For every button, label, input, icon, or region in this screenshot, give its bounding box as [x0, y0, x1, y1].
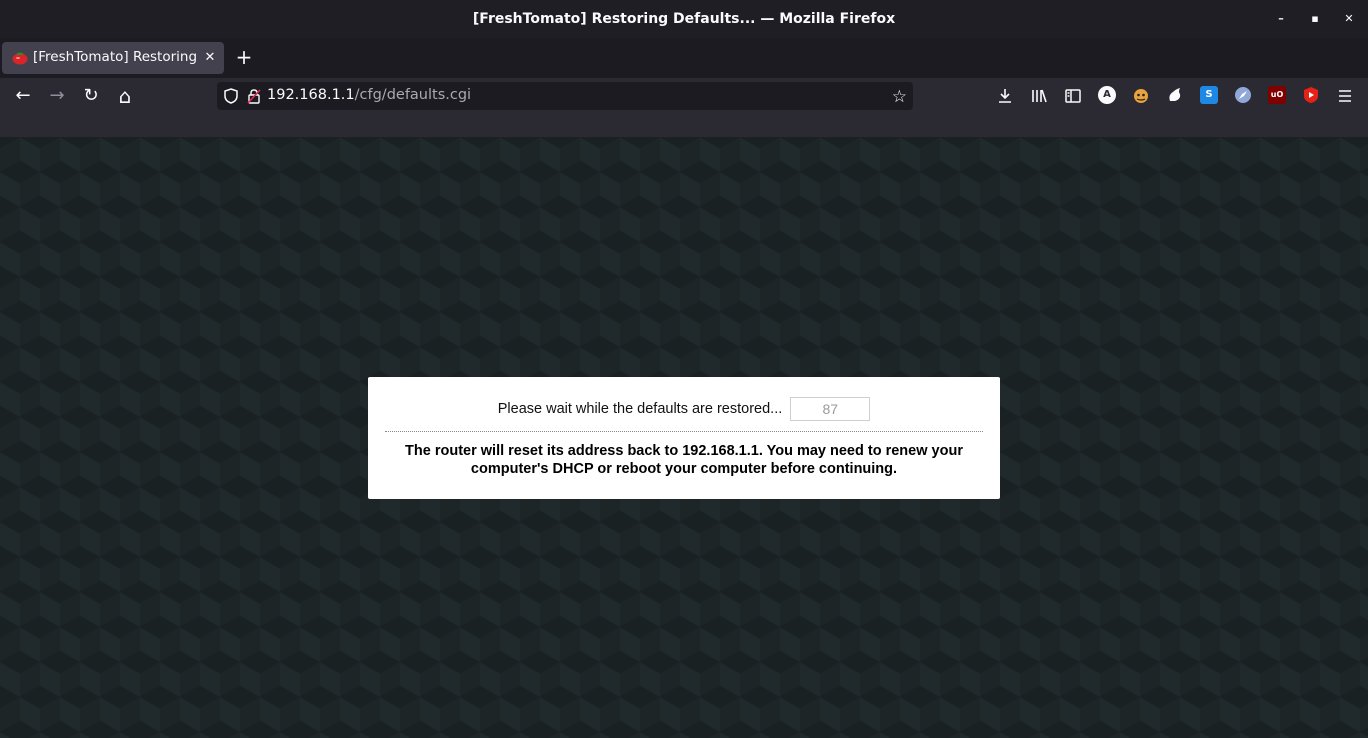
- wait-message: Please wait while the defaults are resto…: [497, 401, 783, 417]
- extension-paw-icon[interactable]: [1166, 86, 1184, 104]
- menu-icon[interactable]: [1336, 87, 1354, 105]
- tracking-protection-shield-icon[interactable]: [223, 88, 239, 104]
- router-reset-note: The router will reset its address back t…: [405, 443, 963, 477]
- tab-label: [FreshTomato] Restoring Defaults...: [33, 49, 197, 65]
- maximize-button[interactable]: ▪: [1305, 9, 1325, 29]
- sidebar-icon[interactable]: [1064, 87, 1082, 105]
- new-tab-button[interactable]: +: [233, 46, 255, 68]
- minimize-button[interactable]: –: [1271, 9, 1291, 29]
- url-bar[interactable]: 192.168.1.1/cfg/defaults.cgi ☆: [217, 82, 913, 110]
- url-path: /cfg/defaults.cgi: [354, 87, 472, 103]
- navigation-toolbar: ← → ↻ ⌂ 192.168.1.1/cfg/defaults.cgi ☆ A…: [0, 78, 1368, 114]
- tomato-favicon-icon: [12, 52, 28, 65]
- ublock-icon[interactable]: uO: [1268, 86, 1286, 104]
- wait-row: Please wait while the defaults are resto…: [368, 397, 1000, 421]
- library-icon[interactable]: [1030, 87, 1048, 105]
- tab-close-icon[interactable]: ✕: [200, 48, 220, 68]
- restore-defaults-dialog: Please wait while the defaults are resto…: [368, 377, 1000, 499]
- countdown-field: 87: [790, 397, 871, 421]
- page-content: Please wait while the defaults are resto…: [0, 137, 1368, 738]
- insecure-lock-icon[interactable]: [246, 88, 262, 104]
- back-button[interactable]: ←: [11, 84, 35, 108]
- bookmark-star-icon[interactable]: ☆: [892, 87, 907, 107]
- tab-freshtomato[interactable]: [FreshTomato] Restoring Defaults... ✕: [2, 42, 224, 74]
- extension-face-icon[interactable]: [1132, 86, 1150, 104]
- window-titlebar: [FreshTomato] Restoring Defaults... — Mo…: [0, 0, 1368, 38]
- url-text[interactable]: 192.168.1.1/cfg/defaults.cgi: [267, 87, 471, 103]
- extension-compass-icon[interactable]: [1234, 86, 1252, 104]
- extension-a-icon[interactable]: A: [1098, 86, 1116, 104]
- tab-strip: [FreshTomato] Restoring Defaults... ✕ +: [0, 38, 1368, 78]
- home-button[interactable]: ⌂: [113, 84, 137, 108]
- toolbar-spacer: [0, 114, 1368, 137]
- url-host: 192.168.1.1: [267, 87, 355, 103]
- reload-button[interactable]: ↻: [79, 84, 103, 108]
- download-icon[interactable]: [996, 87, 1014, 105]
- close-window-button[interactable]: ✕: [1339, 9, 1359, 29]
- window-title: [FreshTomato] Restoring Defaults... — Mo…: [472, 11, 896, 27]
- dotted-divider: [385, 431, 983, 432]
- extension-s-icon[interactable]: S: [1200, 86, 1218, 104]
- youtube-icon[interactable]: [1302, 86, 1320, 104]
- forward-button[interactable]: →: [45, 84, 69, 108]
